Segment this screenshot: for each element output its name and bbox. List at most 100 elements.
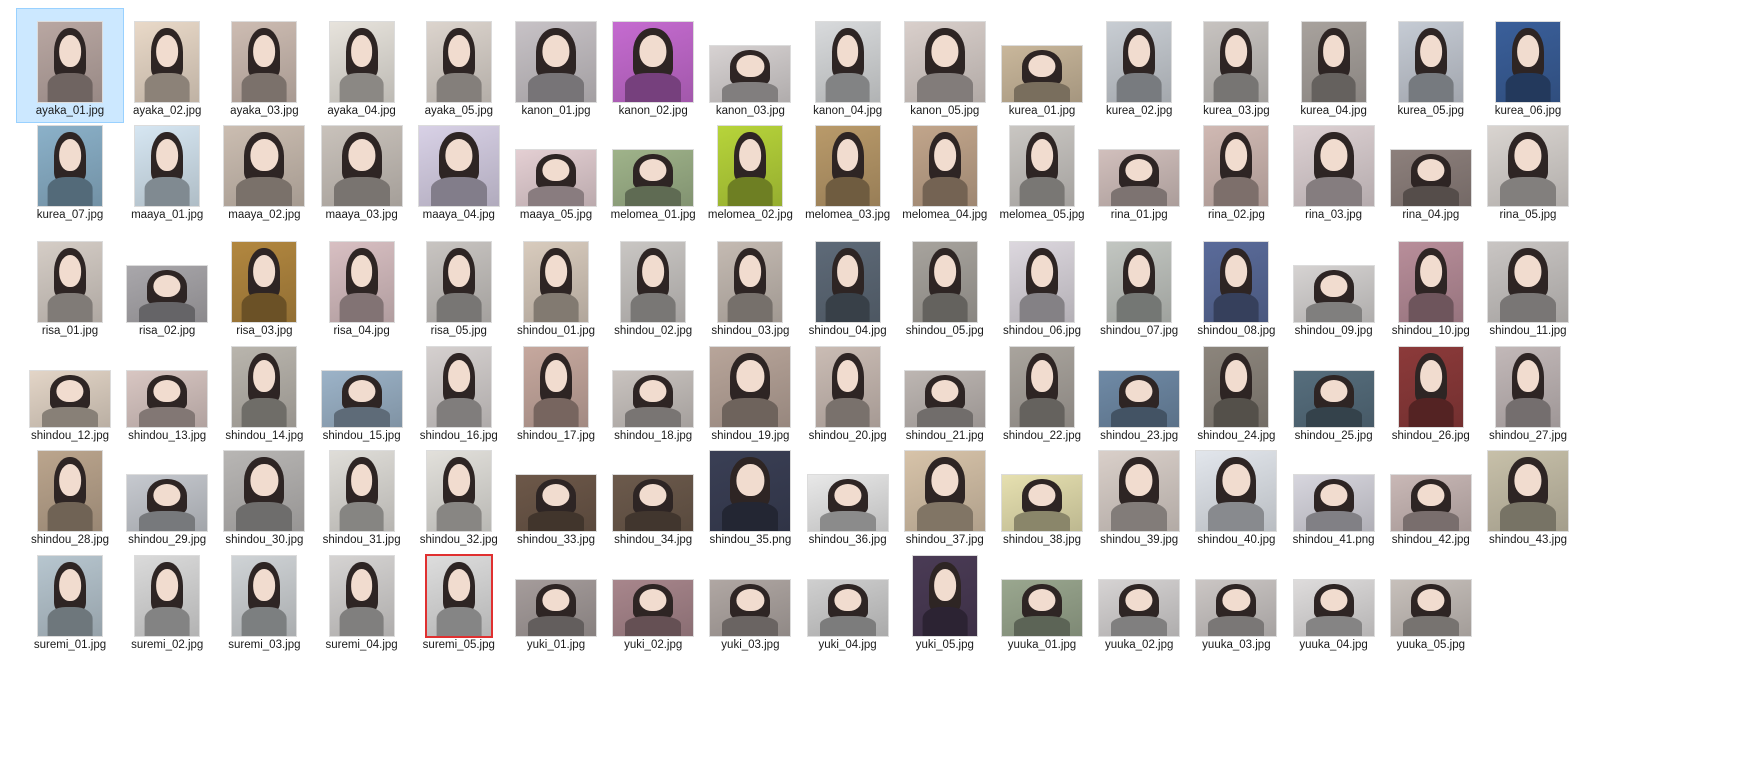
file-item[interactable]: shindou_17.jpg (502, 333, 610, 448)
file-item[interactable]: risa_01.jpg (16, 228, 124, 343)
file-item[interactable]: shindou_16.jpg (405, 333, 513, 448)
file-item[interactable]: kurea_04.jpg (1280, 8, 1388, 123)
file-item[interactable]: yuki_03.jpg (696, 542, 804, 657)
file-item[interactable]: shindou_22.jpg (988, 333, 1096, 448)
file-item[interactable]: shindou_31.jpg (308, 437, 416, 552)
file-item[interactable]: kanon_03.jpg (696, 8, 804, 123)
file-item[interactable]: risa_03.jpg (210, 228, 318, 343)
file-item[interactable]: melomea_04.jpg (891, 112, 999, 227)
file-item[interactable]: shindou_40.jpg (1182, 437, 1290, 552)
file-item[interactable]: suremi_03.jpg (210, 542, 318, 657)
file-item[interactable]: shindou_33.jpg (502, 437, 610, 552)
file-item[interactable]: ayaka_01.jpg (16, 8, 124, 123)
file-item[interactable]: shindou_12.jpg (16, 333, 124, 448)
file-item[interactable]: shindou_18.jpg (599, 333, 707, 448)
file-item[interactable]: kanon_01.jpg (502, 8, 610, 123)
photo-thumbnail (426, 556, 491, 636)
file-item[interactable]: shindou_19.jpg (696, 333, 804, 448)
file-item[interactable]: kurea_03.jpg (1182, 8, 1290, 123)
file-item[interactable]: yuuka_05.jpg (1377, 542, 1485, 657)
file-item[interactable]: kurea_07.jpg (16, 112, 124, 227)
file-item[interactable]: shindou_03.jpg (696, 228, 804, 343)
file-item[interactable]: shindou_41.png (1280, 437, 1388, 552)
file-item[interactable]: melomea_01.jpg (599, 112, 707, 227)
file-item[interactable]: kanon_04.jpg (794, 8, 902, 123)
file-item[interactable]: rina_02.jpg (1182, 112, 1290, 227)
file-item[interactable]: maaya_01.jpg (113, 112, 221, 227)
file-item[interactable]: shindou_06.jpg (988, 228, 1096, 343)
file-item[interactable]: shindou_24.jpg (1182, 333, 1290, 448)
file-item[interactable]: yuki_02.jpg (599, 542, 707, 657)
file-item[interactable]: shindou_05.jpg (891, 228, 999, 343)
file-item[interactable]: shindou_36.jpg (794, 437, 902, 552)
file-item[interactable]: shindou_43.jpg (1474, 437, 1582, 552)
file-item[interactable]: shindou_29.jpg (113, 437, 221, 552)
file-item[interactable]: suremi_05.jpg (405, 542, 513, 657)
file-item[interactable]: shindou_08.jpg (1182, 228, 1290, 343)
file-item[interactable]: risa_02.jpg (113, 228, 221, 343)
file-item[interactable]: yuuka_04.jpg (1280, 542, 1388, 657)
file-item[interactable]: shindou_14.jpg (210, 333, 318, 448)
file-item[interactable]: shindou_13.jpg (113, 333, 221, 448)
file-item[interactable]: yuki_04.jpg (794, 542, 902, 657)
file-item[interactable]: shindou_11.jpg (1474, 228, 1582, 343)
file-item[interactable]: shindou_15.jpg (308, 333, 416, 448)
file-item[interactable]: kanon_05.jpg (891, 8, 999, 123)
file-item[interactable]: kurea_06.jpg (1474, 8, 1582, 123)
file-item[interactable]: shindou_21.jpg (891, 333, 999, 448)
file-item[interactable]: shindou_28.jpg (16, 437, 124, 552)
file-item[interactable]: rina_03.jpg (1280, 112, 1388, 227)
photo-subject-face (1320, 274, 1348, 298)
file-item[interactable]: melomea_05.jpg (988, 112, 1096, 227)
file-item[interactable]: maaya_05.jpg (502, 112, 610, 227)
file-item[interactable]: shindou_10.jpg (1377, 228, 1485, 343)
file-item[interactable]: shindou_25.jpg (1280, 333, 1388, 448)
file-item[interactable]: yuuka_02.jpg (1085, 542, 1193, 657)
file-item[interactable]: shindou_32.jpg (405, 437, 513, 552)
file-item[interactable]: kurea_02.jpg (1085, 8, 1193, 123)
file-item[interactable]: yuki_05.jpg (891, 542, 999, 657)
file-item[interactable]: melomea_03.jpg (794, 112, 902, 227)
file-item[interactable]: suremi_04.jpg (308, 542, 416, 657)
file-item[interactable]: shindou_07.jpg (1085, 228, 1193, 343)
file-item[interactable]: maaya_04.jpg (405, 112, 513, 227)
file-item[interactable]: yuuka_03.jpg (1182, 542, 1290, 657)
photo-subject-face (1222, 463, 1250, 496)
file-item[interactable]: suremi_01.jpg (16, 542, 124, 657)
file-item[interactable]: rina_04.jpg (1377, 112, 1485, 227)
file-item[interactable]: ayaka_03.jpg (210, 8, 318, 123)
file-item[interactable]: ayaka_02.jpg (113, 8, 221, 123)
file-item[interactable]: shindou_26.jpg (1377, 333, 1485, 448)
file-item[interactable]: rina_05.jpg (1474, 112, 1582, 227)
file-item[interactable]: shindou_01.jpg (502, 228, 610, 343)
file-item[interactable]: melomea_02.jpg (696, 112, 804, 227)
file-item[interactable]: ayaka_05.jpg (405, 8, 513, 123)
file-item[interactable]: shindou_27.jpg (1474, 333, 1582, 448)
file-item[interactable]: shindou_42.jpg (1377, 437, 1485, 552)
file-item[interactable]: shindou_39.jpg (1085, 437, 1193, 552)
file-item[interactable]: shindou_38.jpg (988, 437, 1096, 552)
file-item[interactable]: kanon_02.jpg (599, 8, 707, 123)
file-item[interactable]: shindou_20.jpg (794, 333, 902, 448)
file-item[interactable]: yuuka_01.jpg (988, 542, 1096, 657)
file-item[interactable]: shindou_37.jpg (891, 437, 999, 552)
file-item[interactable]: risa_04.jpg (308, 228, 416, 343)
file-item[interactable]: kurea_01.jpg (988, 8, 1096, 123)
photo-subject-body (47, 607, 93, 636)
file-item[interactable]: yuki_01.jpg (502, 542, 610, 657)
file-item[interactable]: rina_01.jpg (1085, 112, 1193, 227)
file-item[interactable]: suremi_02.jpg (113, 542, 221, 657)
file-item[interactable]: shindou_30.jpg (210, 437, 318, 552)
file-item[interactable]: maaya_02.jpg (210, 112, 318, 227)
file-item[interactable]: risa_05.jpg (405, 228, 513, 343)
file-item[interactable]: shindou_02.jpg (599, 228, 707, 343)
file-item[interactable]: shindou_09.jpg (1280, 228, 1388, 343)
photo-thumbnail (1099, 580, 1180, 636)
file-item[interactable]: shindou_34.jpg (599, 437, 707, 552)
file-item[interactable]: shindou_23.jpg (1085, 333, 1193, 448)
file-item[interactable]: maaya_03.jpg (308, 112, 416, 227)
file-item[interactable]: kurea_05.jpg (1377, 8, 1485, 123)
file-item[interactable]: shindou_04.jpg (794, 228, 902, 343)
file-item[interactable]: ayaka_04.jpg (308, 8, 416, 123)
file-item[interactable]: shindou_35.png (696, 437, 804, 552)
